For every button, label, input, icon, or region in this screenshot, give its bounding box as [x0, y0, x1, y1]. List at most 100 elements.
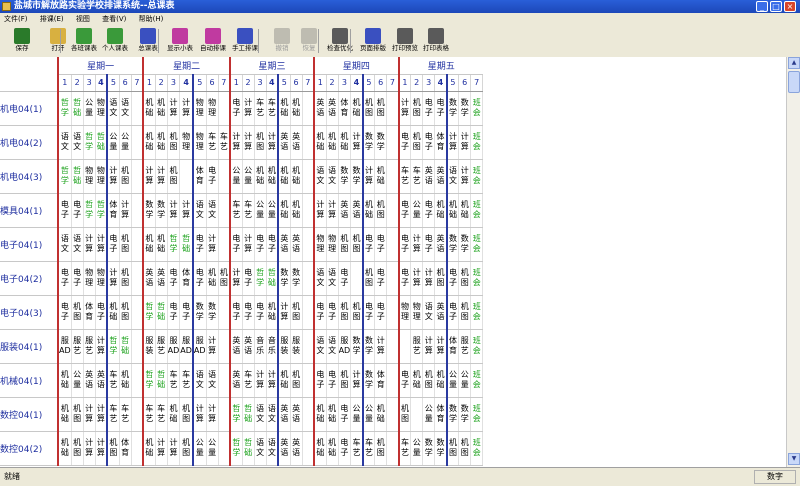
- lesson-cell[interactable]: 物理: [192, 125, 207, 160]
- lesson-cell[interactable]: 语文: [254, 397, 267, 432]
- menu-view[interactable]: 视图: [76, 13, 90, 25]
- lesson-cell[interactable]: [131, 261, 144, 296]
- lesson-cell[interactable]: 数学: [458, 227, 472, 262]
- lesson-cell[interactable]: 数学: [192, 295, 207, 330]
- lesson-cell[interactable]: 语文: [71, 125, 84, 160]
- lesson-cell[interactable]: 电子: [95, 295, 109, 330]
- lesson-cell[interactable]: 车艺: [107, 363, 120, 398]
- lesson-cell[interactable]: 数学: [290, 261, 303, 296]
- lesson-cell[interactable]: 电子: [397, 227, 412, 262]
- lesson-cell[interactable]: 电子: [422, 227, 436, 262]
- lesson-cell[interactable]: [386, 159, 400, 194]
- lesson-cell[interactable]: 语文: [313, 261, 327, 296]
- lesson-cell[interactable]: [302, 125, 315, 160]
- lesson-cell[interactable]: [131, 329, 144, 364]
- lesson-cell[interactable]: 车艺: [350, 431, 364, 466]
- lesson-cell[interactable]: 电子: [266, 227, 280, 262]
- lesson-cell[interactable]: 服AD: [338, 329, 352, 364]
- lesson-cell[interactable]: 机础: [142, 125, 156, 160]
- lesson-cell[interactable]: 数学: [278, 261, 291, 296]
- lesson-cell[interactable]: [131, 227, 144, 262]
- lesson-cell[interactable]: 计算: [83, 397, 96, 432]
- lesson-cell[interactable]: 机图: [119, 295, 132, 330]
- lesson-cell[interactable]: [302, 329, 315, 364]
- lesson-cell[interactable]: 电子: [107, 227, 120, 262]
- lesson-cell[interactable]: 哲学: [56, 159, 72, 194]
- lesson-cell[interactable]: 语文: [192, 193, 207, 228]
- lesson-cell[interactable]: 机图: [458, 431, 472, 466]
- lesson-cell[interactable]: 数学: [362, 329, 376, 364]
- lesson-cell[interactable]: 数学: [338, 159, 352, 194]
- class-name-cell[interactable]: 数控04(1): [0, 397, 59, 432]
- lesson-cell[interactable]: 体育: [179, 261, 194, 296]
- lesson-cell[interactable]: 机图: [179, 397, 194, 432]
- lesson-cell[interactable]: 计算: [422, 329, 436, 364]
- class-name-cell[interactable]: 电子04(2): [0, 261, 59, 296]
- lesson-cell[interactable]: 英语: [229, 329, 243, 364]
- toolbar-button-print[interactable]: 打印表格: [418, 27, 454, 55]
- lesson-cell[interactable]: 机础: [313, 397, 327, 432]
- class-name-cell[interactable]: 机电04(2): [0, 125, 59, 160]
- toolbar-button-page-layout[interactable]: 页面排版: [355, 27, 391, 55]
- lesson-cell[interactable]: 哲础: [242, 397, 255, 432]
- lesson-cell[interactable]: 机础: [350, 91, 364, 126]
- lesson-cell[interactable]: 计算: [266, 125, 280, 160]
- lesson-cell[interactable]: 计算: [83, 227, 96, 262]
- lesson-cell[interactable]: 计算: [410, 227, 424, 262]
- lesson-cell[interactable]: 车艺: [266, 91, 280, 126]
- lesson-cell[interactable]: 机图: [458, 261, 472, 296]
- lesson-cell[interactable]: [302, 193, 315, 228]
- menu-file[interactable]: 文件(F): [4, 13, 28, 25]
- lesson-cell[interactable]: 电子: [374, 227, 388, 262]
- lesson-cell[interactable]: 数学: [362, 125, 376, 160]
- lesson-cell[interactable]: 计算: [167, 193, 181, 228]
- lesson-cell[interactable]: 哲学: [95, 193, 109, 228]
- lesson-cell[interactable]: 机础: [290, 193, 303, 228]
- toolbar-button-auto-schedule[interactable]: 自动排课: [195, 27, 231, 55]
- lesson-cell[interactable]: 数学: [350, 159, 364, 194]
- lesson-cell[interactable]: 班会: [470, 329, 484, 364]
- lesson-cell[interactable]: [302, 261, 315, 296]
- lesson-cell[interactable]: 体育: [446, 329, 460, 364]
- lesson-cell[interactable]: 电子: [167, 295, 181, 330]
- lesson-cell[interactable]: 电子: [167, 261, 181, 296]
- lesson-cell[interactable]: 服装: [278, 329, 291, 364]
- lesson-cell[interactable]: 哲础: [119, 329, 132, 364]
- lesson-cell[interactable]: 哲学: [254, 261, 267, 296]
- lesson-cell[interactable]: 班会: [470, 125, 484, 160]
- lesson-cell[interactable]: 哲学: [142, 295, 156, 330]
- lesson-cell[interactable]: [302, 159, 315, 194]
- lesson-cell[interactable]: 语文: [56, 227, 72, 262]
- lesson-cell[interactable]: 机图: [338, 295, 352, 330]
- lesson-cell[interactable]: 计算: [95, 329, 109, 364]
- lesson-cell[interactable]: 机础: [142, 227, 156, 262]
- lesson-cell[interactable]: 车艺: [242, 363, 255, 398]
- lesson-cell[interactable]: 机图: [290, 295, 303, 330]
- lesson-cell[interactable]: 电子: [434, 91, 448, 126]
- lesson-cell[interactable]: 语文: [326, 159, 339, 194]
- lesson-cell[interactable]: 计算: [179, 91, 194, 126]
- lesson-cell[interactable]: 车艺: [218, 125, 231, 160]
- lesson-cell[interactable]: 机图: [374, 193, 388, 228]
- class-name-cell[interactable]: 电子04(1): [0, 227, 59, 262]
- lesson-cell[interactable]: 英语: [278, 125, 291, 160]
- lesson-cell[interactable]: 机图: [254, 125, 267, 160]
- lesson-cell[interactable]: 机图: [167, 159, 181, 194]
- lesson-cell[interactable]: 机础: [434, 193, 448, 228]
- lesson-cell[interactable]: [131, 193, 144, 228]
- lesson-cell[interactable]: 机础: [313, 125, 327, 160]
- lesson-cell[interactable]: 电子: [338, 397, 352, 432]
- lesson-cell[interactable]: 电子: [242, 295, 255, 330]
- vertical-scrollbar[interactable]: ▲ ▼: [786, 57, 800, 467]
- lesson-cell[interactable]: 机图: [446, 431, 460, 466]
- lesson-cell[interactable]: [179, 159, 194, 194]
- lesson-cell[interactable]: 车艺: [362, 431, 376, 466]
- lesson-cell[interactable]: 哲础: [71, 91, 84, 126]
- lesson-cell[interactable]: 计算: [254, 363, 267, 398]
- lesson-cell[interactable]: 计算: [206, 227, 219, 262]
- lesson-cell[interactable]: 机础: [167, 397, 181, 432]
- lesson-cell[interactable]: [302, 295, 315, 330]
- lesson-cell[interactable]: 计算: [155, 431, 168, 466]
- lesson-cell[interactable]: 电子: [242, 261, 255, 296]
- lesson-cell[interactable]: 车艺: [410, 159, 424, 194]
